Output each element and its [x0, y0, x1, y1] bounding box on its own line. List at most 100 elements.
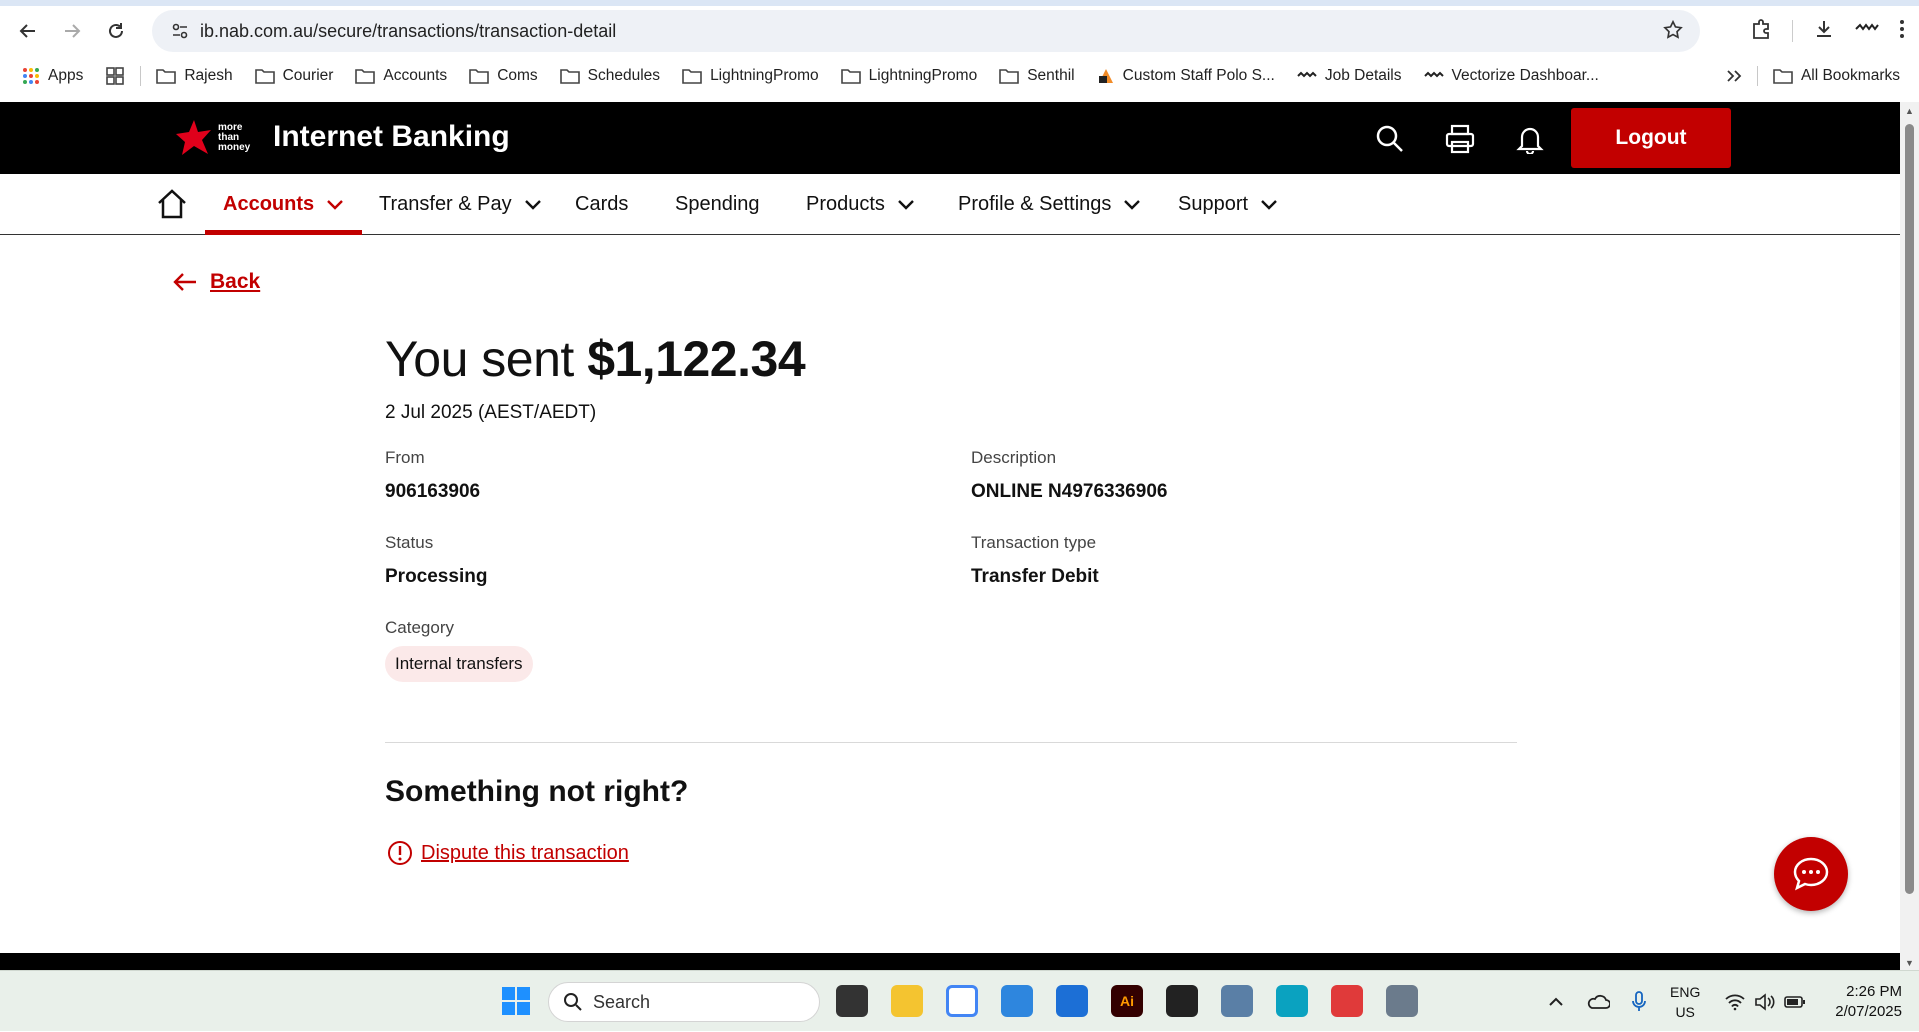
task-view-icon[interactable] [836, 985, 868, 1017]
file-explorer-icon[interactable] [891, 985, 923, 1017]
windows-start-icon[interactable] [500, 985, 532, 1017]
status-value: Processing [385, 566, 488, 587]
from-label: From [385, 448, 425, 467]
download-icon[interactable] [1813, 18, 1835, 45]
edge-browser-icon[interactable] [1276, 985, 1308, 1017]
bookmarks-right: All Bookmarks [1715, 58, 1911, 94]
photos-app-icon[interactable] [1056, 985, 1088, 1017]
headline-prefix: You sent [385, 331, 574, 387]
description-field: Description ONLINE N4976336906 [971, 448, 1167, 503]
section-divider [385, 742, 1517, 743]
alert-circle-icon [388, 841, 412, 865]
status-label: Status [385, 533, 434, 552]
page-scrollbar[interactable]: ▲ ▼ [1900, 102, 1919, 970]
extensions-icon[interactable] [1750, 18, 1772, 45]
nab-logo[interactable]: more than money [174, 118, 250, 158]
bookmarks-overflow-chevron-icon[interactable] [1715, 69, 1753, 83]
nav-item-profile-settings[interactable]: Profile & Settings [958, 174, 1141, 235]
onedrive-icon[interactable] [1586, 971, 1610, 1032]
from-field: From 906163906 [385, 448, 480, 503]
url-text[interactable]: ib.nab.com.au/secure/transactions/transa… [200, 21, 616, 42]
search-icon[interactable] [1373, 122, 1407, 156]
language-indicator[interactable]: ENG US [1670, 982, 1700, 1022]
bookmark-folder-senthil[interactable]: Senthil [988, 67, 1085, 85]
chrome-icon[interactable] [946, 985, 978, 1017]
calculator-icon[interactable] [1221, 985, 1253, 1017]
battery-icon[interactable] [1784, 971, 1806, 1032]
notifications-bell-icon[interactable] [1513, 122, 1547, 156]
chat-button[interactable] [1774, 837, 1848, 911]
site-info-icon[interactable] [160, 22, 200, 40]
dispute-transaction-link[interactable]: Dispute this transaction [387, 840, 629, 866]
bookmark-star-icon[interactable] [1662, 19, 1684, 46]
illustrator-icon[interactable]: Ai [1111, 985, 1143, 1017]
description-label: Description [971, 448, 1057, 467]
windows-taskbar: Search Ai ENG US 2:26 PM 2/07/2025 [0, 970, 1919, 1031]
page-footer [0, 953, 1900, 970]
settings-gear-icon[interactable] [1386, 985, 1418, 1017]
chevron-down-icon [1124, 199, 1141, 210]
scroll-up-arrow-icon[interactable]: ▲ [1905, 106, 1914, 116]
bookmark-vectorize-dashboard[interactable]: Vectorize Dashboar... [1413, 67, 1610, 85]
microphone-icon[interactable] [1632, 971, 1646, 1032]
folder-icon [156, 69, 177, 84]
tab-groups-icon[interactable] [94, 66, 136, 86]
all-bookmarks-folder[interactable]: All Bookmarks [1762, 67, 1911, 85]
back-arrow-icon[interactable] [6, 9, 50, 53]
address-row: ib.nab.com.au/secure/transactions/transa… [0, 6, 1919, 56]
description-value: ONLINE N4976336906 [971, 481, 1168, 502]
anydesk-icon[interactable] [1331, 985, 1363, 1017]
system-clock[interactable]: 2:26 PM 2/07/2025 [1822, 982, 1902, 1022]
nav-item-products[interactable]: Products [806, 174, 915, 235]
bookmark-folder-courier[interactable]: Courier [244, 67, 345, 85]
logout-button[interactable]: Logout [1571, 108, 1731, 168]
nav-item-spending[interactable]: Spending [675, 174, 760, 235]
volume-icon[interactable] [1754, 971, 1776, 1032]
back-link-label: Back [210, 270, 261, 293]
bookmark-apps[interactable]: Apps [0, 67, 94, 85]
bookmarks-bar: Apps Rajesh Courier Accounts Coms Schedu… [0, 58, 1919, 94]
transaction-type-value: Transfer Debit [971, 566, 1099, 587]
clock-date: 2/07/2025 [1835, 1003, 1902, 1020]
bookmark-label: Schedules [587, 67, 661, 84]
reload-icon[interactable] [94, 9, 138, 53]
sticky-notes-icon[interactable] [1166, 985, 1198, 1017]
bookmark-label: Rajesh [184, 67, 233, 84]
bookmark-folder-lightningpromo-2[interactable]: LightningPromo [830, 67, 989, 85]
print-icon[interactable] [1443, 122, 1477, 156]
tray-overflow-chevron-icon[interactable] [1548, 971, 1564, 1032]
bookmark-folder-accounts[interactable]: Accounts [344, 67, 458, 85]
bookmark-job-details[interactable]: Job Details [1286, 67, 1413, 85]
address-bar[interactable]: ib.nab.com.au/secure/transactions/transa… [152, 10, 1700, 52]
bookmark-label: Job Details [1324, 67, 1402, 84]
transaction-headline: You sent $1,122.34 [385, 330, 1517, 388]
apps-grid-icon [23, 68, 39, 84]
scroll-down-arrow-icon[interactable]: ▼ [1905, 958, 1914, 968]
bookmark-folder-coms[interactable]: Coms [458, 67, 548, 85]
folder-icon [682, 69, 702, 84]
bookmark-folder-schedules[interactable]: Schedules [549, 67, 671, 85]
maps-app-icon[interactable] [1001, 985, 1033, 1017]
nav-item-support[interactable]: Support [1178, 174, 1278, 235]
nav-item-label: Cards [575, 193, 629, 215]
from-value: 906163906 [385, 481, 481, 502]
scrollbar-thumb[interactable] [1905, 124, 1914, 894]
nav-item-cards[interactable]: Cards [575, 174, 628, 235]
forward-arrow-icon[interactable] [50, 9, 94, 53]
bookmark-folder-rajesh[interactable]: Rajesh [145, 67, 243, 85]
nav-item-label: Products [806, 193, 885, 215]
nav-item-accounts[interactable]: Accounts [205, 174, 363, 235]
menu-kebab-icon[interactable] [1899, 18, 1905, 45]
toolbar-divider [1792, 20, 1793, 42]
all-bookmarks-label: All Bookmarks [1800, 67, 1900, 84]
wifi-icon[interactable] [1724, 971, 1746, 1032]
home-icon[interactable] [156, 188, 188, 225]
profile-icon[interactable] [1855, 22, 1879, 40]
bookmark-custom-staff-polo[interactable]: Custom Staff Polo S... [1086, 67, 1286, 85]
bookmark-folder-lightningpromo[interactable]: LightningPromo [671, 67, 830, 85]
back-link[interactable]: Back [172, 270, 260, 294]
bookmark-label: Apps [48, 67, 84, 84]
taskbar-search[interactable]: Search [548, 982, 820, 1022]
nav-item-transfer-pay[interactable]: Transfer & Pay [379, 174, 542, 235]
main-navigation: Accounts Transfer & Pay Cards Spending P… [0, 174, 1900, 235]
